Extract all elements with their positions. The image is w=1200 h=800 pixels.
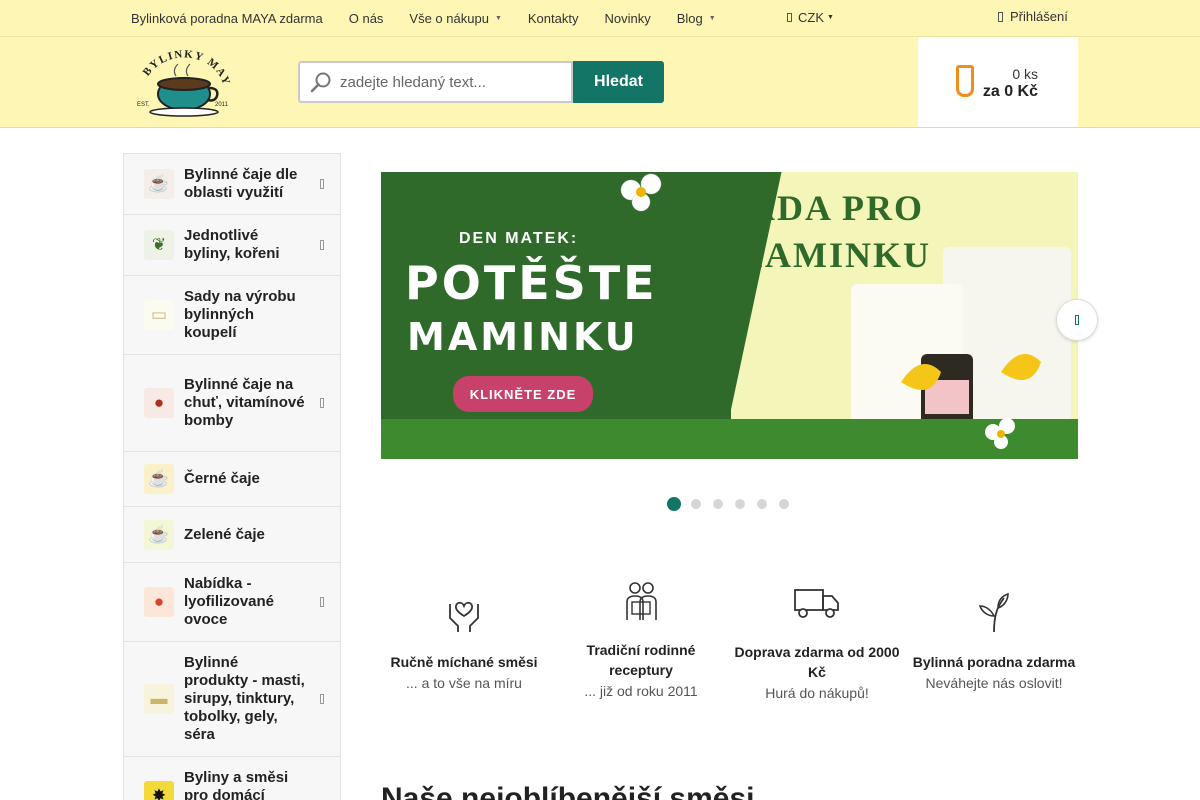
fruit-tea-icon: ● bbox=[144, 388, 174, 418]
cart-quantity: 0 ks bbox=[1012, 66, 1038, 82]
black-tea-icon: ☕ bbox=[144, 464, 174, 494]
chevron-down-icon: ▼ bbox=[827, 14, 834, 21]
carousel-dot[interactable] bbox=[757, 499, 767, 509]
currency-icon bbox=[787, 13, 792, 22]
feature-tradicni-receptury: Tradiční rodinné receptury ... již od ro… bbox=[556, 580, 726, 699]
flower-decoration bbox=[620, 173, 1041, 449]
paw-icon: ✸ bbox=[144, 781, 174, 800]
topnav-label: Kontakty bbox=[527, 10, 579, 26]
carousel-dot[interactable] bbox=[691, 499, 701, 509]
truck-icon bbox=[794, 589, 839, 618]
feature-subtitle: ... a to vše na míru bbox=[406, 675, 522, 691]
sidebar-item-bylinne-caje-oblast[interactable]: ☕ Bylinné čaje dle oblasti využití bbox=[124, 154, 340, 215]
feature-doprava-zdarma: Doprava zdarma od 2000 Kč Hurá do nákupů… bbox=[732, 586, 902, 701]
bathtub-icon: ▭ bbox=[144, 300, 174, 330]
tea-cup-icon: ☕ bbox=[144, 169, 174, 199]
carousel-dot[interactable] bbox=[779, 499, 789, 509]
leaf-icon bbox=[978, 592, 1009, 633]
top-bar: Bylinková poradna MAYA zdarma O nás Vše … bbox=[0, 0, 1200, 37]
chevron-right-icon bbox=[320, 694, 324, 704]
cart-total: za 0 Kč bbox=[982, 83, 1038, 100]
login-label: Přihlášení bbox=[1010, 9, 1068, 24]
topnav-label: Blog bbox=[676, 10, 703, 26]
login-link[interactable]: Přihlášení bbox=[998, 9, 1068, 24]
currency-label: CZK bbox=[798, 10, 824, 25]
green-tea-icon: ☕ bbox=[144, 519, 174, 550]
logo-est: EST. bbox=[137, 102, 150, 108]
sidebar-item-caje-na-chut[interactable]: ● Bylinné čaje na chuť, vitamínové bomby bbox=[124, 355, 340, 452]
banner-next-button[interactable] bbox=[1056, 299, 1098, 341]
logo-year: 2011 bbox=[215, 102, 229, 108]
sidebar-item-sady-koupele[interactable]: ▭ Sady na výrobu bylinných koupelí bbox=[124, 276, 340, 355]
herb-icon: ❦ bbox=[144, 230, 174, 260]
carousel-dots bbox=[667, 497, 801, 511]
sidebar-item-label: Bylinné čaje na chuť, vitamínové bomby bbox=[184, 376, 305, 429]
top-navigation: Bylinková poradna MAYA zdarma O nás Vše … bbox=[118, 0, 729, 36]
site-logo[interactable]: BYLINKY MAYA EST. 2011 bbox=[126, 37, 237, 118]
chevron-right-icon bbox=[1075, 315, 1079, 325]
currency-selector[interactable]: CZK ▼ bbox=[787, 10, 834, 25]
chevron-down-icon: ▼ bbox=[494, 14, 502, 22]
sidebar-item-label: Černé čaje bbox=[184, 470, 260, 487]
sidebar-item-label: Nabídka - lyofilizované ovoce bbox=[184, 575, 275, 628]
user-icon bbox=[998, 11, 1003, 22]
header: BYLINKY MAYA EST. 2011 Hledat 0 ks za 0 … bbox=[0, 37, 1200, 128]
topnav-label: Vše o nákupu bbox=[409, 10, 489, 26]
carousel-dot[interactable] bbox=[713, 499, 723, 509]
search-button[interactable]: Hledat bbox=[573, 61, 664, 103]
chevron-down-icon: ▼ bbox=[708, 14, 716, 22]
carousel-dot[interactable] bbox=[735, 499, 745, 509]
logo-graphic: BYLINKY MAYA EST. 2011 bbox=[126, 37, 231, 117]
fruit-icon: ● bbox=[144, 587, 174, 617]
search-box bbox=[298, 61, 573, 103]
topnav-item-blog[interactable]: Blog ▼ bbox=[664, 11, 729, 26]
chevron-right-icon bbox=[320, 398, 324, 408]
category-sidebar: ☕ Bylinné čaje dle oblasti využití ❦ Jed… bbox=[123, 153, 341, 800]
sidebar-item-bylinne-produkty[interactable]: ▬ Bylinné produkty - masti, sirupy, tink… bbox=[124, 642, 340, 757]
topnav-label: Bylinková poradna MAYA zdarma bbox=[131, 10, 323, 26]
search-icon bbox=[310, 72, 331, 93]
sidebar-item-label: Zelené čaje bbox=[184, 525, 265, 543]
topnav-item-vse-o-nakupu[interactable]: Vše o nákupu ▼ bbox=[396, 11, 514, 26]
feature-title: Doprava zdarma od 2000 Kč bbox=[734, 644, 900, 680]
shopping-bag-icon bbox=[956, 65, 974, 97]
feature-subtitle: Neváhejte nás oslovit! bbox=[925, 675, 1063, 691]
chevron-right-icon bbox=[320, 179, 324, 189]
sidebar-item-label: Jednotlivé byliny, kořeni bbox=[184, 227, 280, 262]
topnav-label: O nás bbox=[348, 10, 384, 26]
topnav-label: Novinky bbox=[604, 10, 651, 26]
feature-subtitle: ... již od roku 2011 bbox=[584, 683, 698, 699]
hands-heart-icon bbox=[449, 601, 479, 632]
feature-title: Bylinná poradna zdarma bbox=[912, 654, 1076, 670]
feature-title: Tradiční rodinné receptury bbox=[586, 642, 696, 678]
sidebar-item-lyofilizovane-ovoce[interactable]: ● Nabídka - lyofilizované ovoce bbox=[124, 563, 340, 642]
feature-bylinna-poradna: Bylinná poradna zdarma Neváhejte nás osl… bbox=[909, 590, 1079, 691]
sidebar-item-jednotlive-byliny[interactable]: ❦ Jednotlivé byliny, kořeni bbox=[124, 215, 340, 276]
sidebar-item-label: Bylinné produkty - masti, sirupy, tinktu… bbox=[184, 654, 305, 743]
section-title: Naše nejoblíbenější směsi bbox=[381, 782, 755, 800]
ointment-icon: ▬ bbox=[144, 684, 174, 714]
feature-rucne-michane: Ručně míchané směsi ... a to vše na míru bbox=[379, 590, 549, 691]
banner-kicker: DEN MATEK: bbox=[459, 230, 579, 247]
family-icon bbox=[626, 582, 657, 620]
search-input[interactable] bbox=[340, 73, 560, 91]
sidebar-item-zelene-caje[interactable]: ☕ Zelené čaje bbox=[124, 507, 340, 563]
sidebar-item-label: Bylinné čaje dle oblasti využití bbox=[184, 166, 298, 201]
topnav-item-kontakty[interactable]: Kontakty bbox=[515, 11, 592, 26]
carousel-dot[interactable] bbox=[667, 497, 681, 511]
feature-subtitle: Hurá do nákupů! bbox=[765, 685, 869, 701]
topnav-item-poradna[interactable]: Bylinková poradna MAYA zdarma bbox=[118, 11, 336, 26]
topnav-item-o-nas[interactable]: O nás bbox=[336, 11, 397, 26]
sidebar-item-label: Sady na výrobu bylinných koupelí bbox=[184, 288, 296, 341]
sidebar-item-domaci-zvirata[interactable]: ✸ Byliny a směsi pro domácí bbox=[124, 757, 340, 800]
sidebar-item-cerne-caje[interactable]: ☕ Černé čaje bbox=[124, 452, 340, 507]
cart[interactable]: 0 ks za 0 Kč bbox=[918, 37, 1078, 127]
feature-title: Ručně míchané směsi bbox=[390, 654, 538, 670]
banner-cta-button[interactable]: KLIKNĚTE ZDE bbox=[453, 376, 593, 412]
sidebar-item-label: Byliny a směsi pro domácí bbox=[184, 769, 289, 800]
promo-banner[interactable]: DEN MATEK: POTĚŠTE MAMINKU KLIKNĚTE ZDE … bbox=[381, 172, 1078, 459]
chevron-right-icon bbox=[320, 240, 324, 250]
chevron-right-icon bbox=[320, 597, 324, 607]
topnav-item-novinky[interactable]: Novinky bbox=[591, 11, 663, 26]
